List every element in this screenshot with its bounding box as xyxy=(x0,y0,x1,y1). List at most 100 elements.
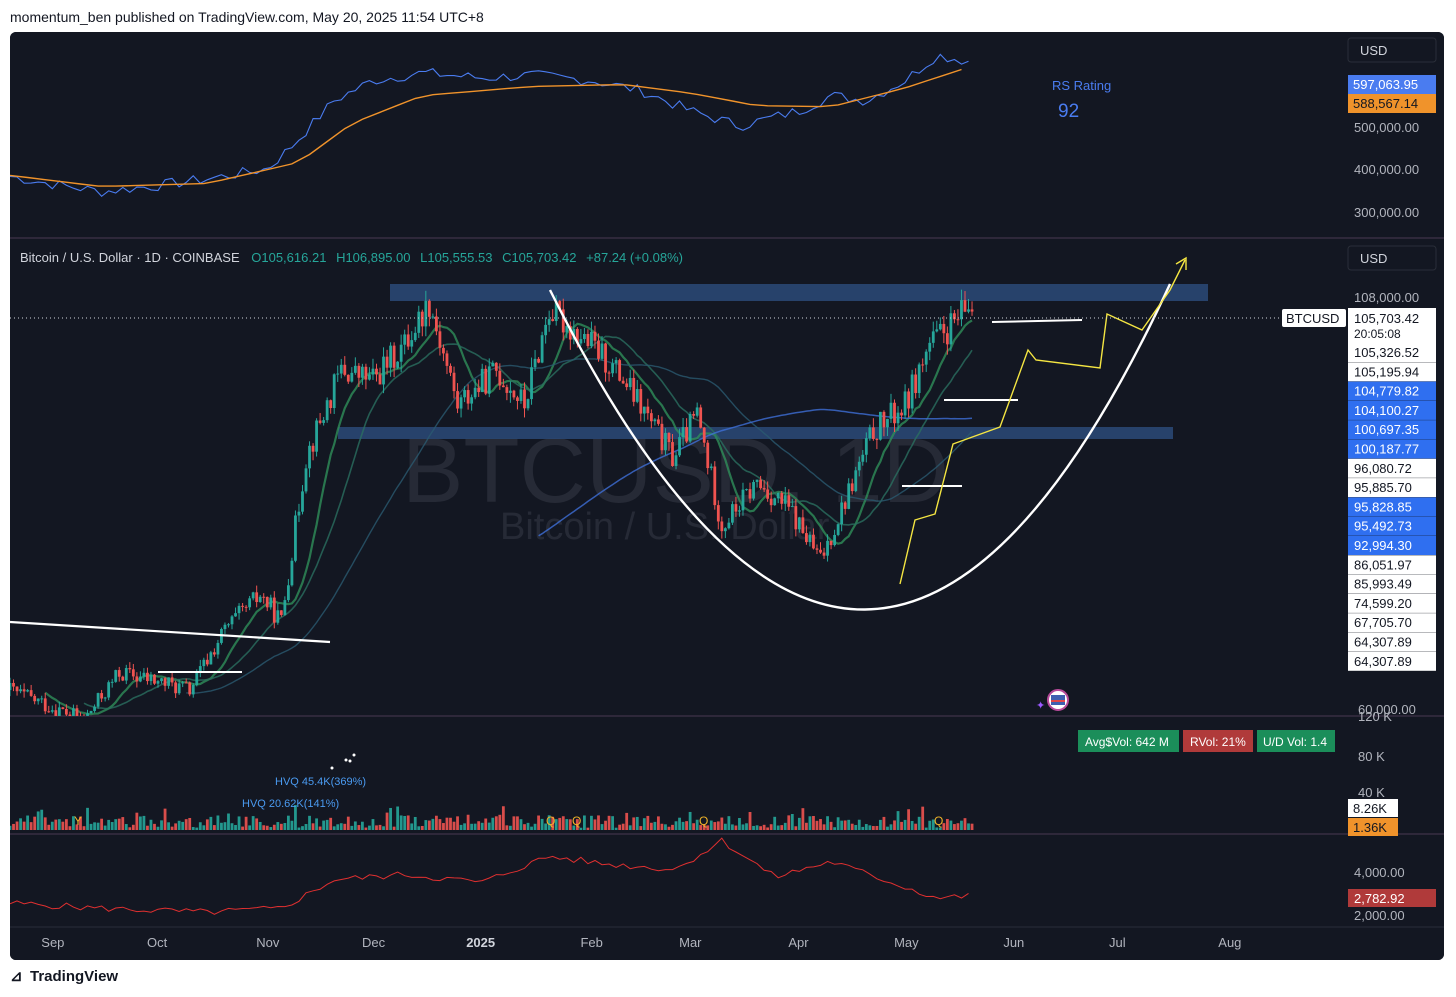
candle xyxy=(96,692,100,709)
volume-bar xyxy=(279,823,283,830)
candle-body xyxy=(117,670,121,677)
candle-body xyxy=(255,592,259,603)
candle xyxy=(917,362,921,399)
chart-svg[interactable]: USD RS Rating 92 597,063.95 588,567.14 5… xyxy=(10,32,1444,960)
volume-bar xyxy=(681,821,685,830)
volume-bar xyxy=(692,823,696,830)
candle-body xyxy=(248,598,252,608)
candle xyxy=(910,369,914,414)
candle-body xyxy=(378,374,382,385)
volume-bar xyxy=(776,825,780,830)
candle-body xyxy=(759,479,762,489)
candle-body xyxy=(931,331,935,343)
candle-body xyxy=(286,585,290,601)
candle-body xyxy=(322,420,326,423)
volume-bar xyxy=(195,827,199,830)
volume-bar xyxy=(628,825,632,830)
candle-body xyxy=(353,365,357,373)
candle-body xyxy=(685,427,688,442)
earnings-marker: Q xyxy=(934,814,943,828)
candle-body xyxy=(956,319,960,321)
earnings-marker: Q xyxy=(572,814,581,828)
candle-body xyxy=(301,491,304,512)
volume-bar xyxy=(723,823,727,830)
ohlc-high: H106,895.00 xyxy=(336,250,410,265)
volume-bar xyxy=(480,822,484,830)
candle xyxy=(153,674,156,685)
volume-bar xyxy=(857,819,861,830)
volume-bar xyxy=(308,815,311,830)
volume-bar xyxy=(586,827,590,830)
candle-body xyxy=(93,706,96,711)
volume-bar xyxy=(745,823,748,830)
volume-bar xyxy=(396,806,400,830)
volume-bar xyxy=(124,824,128,830)
candle-body xyxy=(526,399,530,409)
candle-body xyxy=(583,333,586,340)
candle-body xyxy=(618,360,622,381)
volume-bar xyxy=(146,825,149,830)
candle-body xyxy=(167,677,170,686)
candle-body xyxy=(315,420,318,452)
volume-bar xyxy=(558,817,562,830)
watermark-name: Bitcoin / U.S. Dollar xyxy=(500,506,830,548)
volume-bar xyxy=(604,820,607,830)
volume-bar xyxy=(635,816,639,830)
volume-bar xyxy=(850,823,854,830)
vol-tick-40k: 40 K xyxy=(1358,785,1385,800)
volume-bar xyxy=(149,819,153,830)
volume-bar xyxy=(353,821,357,830)
candle-body xyxy=(131,669,135,677)
candle-body xyxy=(191,684,195,695)
volume-bar xyxy=(315,818,318,830)
candle-body xyxy=(942,323,946,334)
volume-bar xyxy=(209,816,213,830)
time-axis-label: Oct xyxy=(147,935,168,950)
volume-bar xyxy=(600,824,604,830)
ud-vol: U/D Vol: 1.4 xyxy=(1263,735,1327,749)
candle xyxy=(209,650,213,665)
candle-body xyxy=(642,406,646,414)
candle-body xyxy=(579,339,583,344)
candle-body xyxy=(801,517,805,534)
volume-bar xyxy=(205,819,209,830)
volume-bar xyxy=(879,819,882,830)
chart-frame[interactable]: USD RS Rating 92 597,063.95 588,567.14 5… xyxy=(10,32,1444,960)
volume-bar xyxy=(212,825,216,830)
candle-body xyxy=(223,624,227,630)
candle-body xyxy=(688,414,692,442)
avg-vol: Avg$Vol: 642 M xyxy=(1085,735,1169,749)
volume-bar xyxy=(907,809,911,830)
candle-body xyxy=(593,331,597,341)
volume-bar xyxy=(565,819,569,830)
volume-bar xyxy=(174,823,178,830)
volume-bar xyxy=(903,819,907,830)
candle-body xyxy=(491,362,495,367)
volume-bar xyxy=(283,823,287,830)
volume-bar xyxy=(861,826,865,830)
volume-bar xyxy=(360,821,364,830)
candle xyxy=(879,411,882,441)
candle-body xyxy=(329,400,333,409)
candle xyxy=(699,404,703,429)
candle-body xyxy=(15,686,19,692)
candle-body xyxy=(501,385,505,388)
candle-body xyxy=(50,710,54,712)
candle-body xyxy=(209,652,213,665)
volume-bar xyxy=(780,825,784,830)
candle xyxy=(294,510,297,563)
rs-rating-label: RS Rating xyxy=(1052,78,1111,93)
price-label: 86,051.97 xyxy=(1354,557,1412,572)
candle-body xyxy=(681,427,685,438)
candle-body xyxy=(893,402,896,424)
candle-body xyxy=(727,522,731,529)
candle-body xyxy=(22,689,26,692)
volume-bar xyxy=(15,821,19,830)
volume-bar xyxy=(523,824,526,830)
candle-body xyxy=(72,708,75,716)
volume-bar xyxy=(375,825,378,830)
candle-body xyxy=(625,383,629,388)
candle-body xyxy=(64,708,68,715)
tradingview-logo[interactable]: ⊿ TradingView xyxy=(10,967,118,985)
candle-body xyxy=(889,402,893,419)
